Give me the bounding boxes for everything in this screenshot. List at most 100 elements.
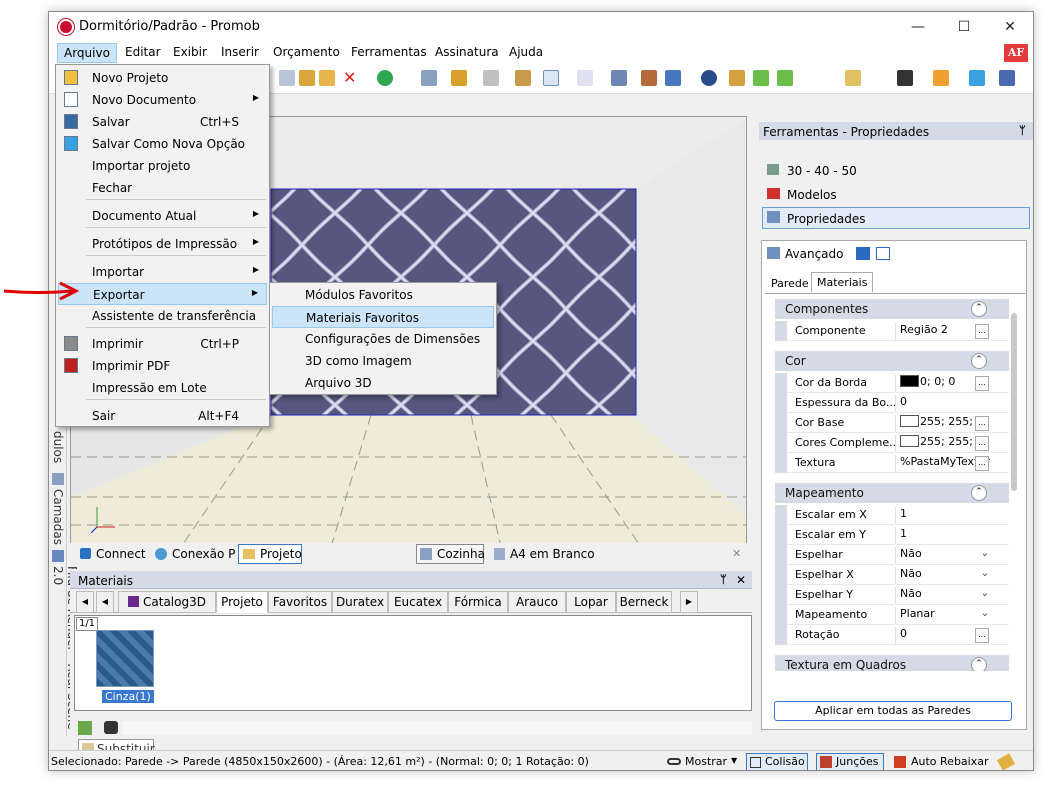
material-tab-catalog3d[interactable]: Catalog3D	[118, 591, 216, 613]
tab-a4[interactable]: A4 em Branco	[510, 547, 595, 561]
render-icon[interactable]	[729, 70, 745, 86]
delete-icon[interactable]: ✕	[343, 68, 356, 87]
menu-item-importar[interactable]: Importar ▶	[58, 261, 267, 283]
submenu-item-4[interactable]: Arquivo 3D	[272, 372, 494, 394]
cabinet-icon[interactable]	[641, 70, 657, 86]
menu-item-assistente-de-transferência[interactable]: Assistente de transferência	[58, 305, 267, 327]
material-tab-duratex[interactable]: Duratex	[332, 591, 388, 613]
nav-item-modelos[interactable]: Modelos	[787, 188, 837, 202]
side-tab-camadas[interactable]: Camadas	[51, 489, 65, 545]
select-icon[interactable]	[543, 70, 559, 86]
maximize-button[interactable]: ☐	[941, 12, 987, 42]
menu-item-imprimir-pdf[interactable]: Imprimir PDF	[58, 355, 267, 377]
back-arrow-icon[interactable]	[753, 70, 769, 86]
apply-all-walls-button[interactable]: Aplicar em todas as Paredes	[774, 701, 1012, 721]
materials-pin-icon[interactable]: ᛘ	[720, 573, 727, 586]
auto-lower-button[interactable]: Auto Rebaixar	[911, 755, 989, 768]
menu-ajuda[interactable]: Ajuda	[509, 45, 543, 59]
submenu-item-2[interactable]: Configurações de Dimensões	[272, 328, 494, 350]
material-tab-lopar[interactable]: Lopar	[566, 591, 616, 613]
upload-icon[interactable]	[78, 721, 92, 735]
menu-item-salvar-como-nova-opção[interactable]: Salvar Como Nova Opção	[58, 133, 267, 155]
ellipsis-button[interactable]: ...	[975, 436, 989, 451]
hscroll[interactable]	[122, 721, 752, 735]
tab-materiais[interactable]: Materiais	[811, 272, 874, 292]
material-tab-berneck[interactable]: Berneck	[616, 591, 672, 613]
menu-ferramentas[interactable]: Ferramentas	[351, 45, 427, 59]
layout-switch-icon[interactable]	[999, 70, 1015, 86]
materials-close-icon[interactable]: ✕	[736, 573, 746, 587]
menu-item-novo-projeto[interactable]: Novo Projeto	[58, 67, 267, 89]
property-value[interactable]: 1	[895, 527, 995, 544]
brush-icon[interactable]	[299, 70, 315, 86]
tab-parede[interactable]: Parede	[771, 277, 809, 290]
menu-item-protótipos-de-impressão[interactable]: Protótipos de Impressão ▶	[58, 233, 267, 255]
close-button[interactable]: ✕	[987, 12, 1033, 42]
property-value[interactable]: Não ⌄	[895, 547, 993, 564]
menu-item-novo-documento[interactable]: Novo Documento ▶	[58, 89, 267, 111]
tab-connect[interactable]: Connect	[96, 547, 146, 561]
show-button[interactable]: Mostrar	[685, 755, 727, 768]
collapse-icon[interactable]: ⌃	[971, 657, 987, 671]
property-value[interactable]: 0	[895, 395, 995, 412]
menu-orcamento[interactable]: Orçamento	[273, 45, 340, 59]
props-pin-icon[interactable]: ᛘ	[1019, 124, 1026, 137]
move-icon[interactable]	[897, 70, 913, 86]
dropdown-chevron-icon[interactable]: ⌄	[981, 568, 989, 579]
show-dropdown-icon[interactable]: ▼	[731, 756, 737, 765]
list-view-icon[interactable]	[856, 247, 870, 260]
material-tab-projeto[interactable]: Projeto	[216, 591, 268, 613]
menu-item-sair[interactable]: Sair Alt+F4	[58, 405, 267, 427]
section-header[interactable]: Textura em Quadros ⌃	[775, 655, 1009, 671]
menu-item-documento-atual[interactable]: Documento Atual ▶	[58, 205, 267, 227]
shape-icon[interactable]	[483, 70, 499, 86]
ellipsis-button[interactable]: ...	[975, 628, 989, 643]
price-icon[interactable]	[377, 70, 393, 86]
material-tab-fórmica[interactable]: Fórmica	[448, 591, 508, 613]
dropdown-chevron-icon[interactable]: ⌄	[981, 548, 989, 559]
property-value[interactable]: 1	[895, 507, 995, 524]
module-icon[interactable]	[451, 70, 467, 86]
menu-item-fechar[interactable]: Fechar	[58, 177, 267, 199]
section-header[interactable]: Mapeamento ⌃	[775, 483, 1009, 503]
side-tab-modulos[interactable]: dulos	[51, 431, 65, 463]
property-value[interactable]: Planar ⌄	[895, 607, 993, 624]
material-tab-favoritos[interactable]: Favoritos	[268, 591, 332, 613]
forward-arrow-icon[interactable]	[777, 70, 793, 86]
property-value[interactable]: Não ⌄	[895, 587, 993, 604]
tools-icon[interactable]	[996, 753, 1016, 770]
tabs-prev-button[interactable]: ◀	[76, 591, 94, 613]
eye-icon[interactable]	[701, 70, 717, 86]
tabs-prev2-button[interactable]: ◀	[96, 591, 114, 613]
ellipsis-button[interactable]: ...	[975, 324, 989, 339]
ellipsis-button[interactable]: ...	[975, 456, 989, 471]
menu-arquivo[interactable]: Arquivo	[57, 43, 117, 63]
material-tab-eucatex[interactable]: Eucatex	[388, 591, 448, 613]
material-tab-arauco[interactable]: Arauco	[508, 591, 566, 613]
dropdown-chevron-icon[interactable]: ⌄	[981, 608, 989, 619]
layers-icon[interactable]	[611, 70, 627, 86]
wand-icon[interactable]	[845, 70, 861, 86]
vscroll[interactable]	[1011, 313, 1017, 491]
property-value[interactable]: Não ⌄	[895, 567, 993, 584]
menu-assinatura[interactable]: Assinatura	[435, 45, 499, 59]
section-header[interactable]: Componentes ⌃	[775, 299, 1009, 319]
menu-item-impressão-em-lote[interactable]: Impressão em Lote	[58, 377, 267, 399]
collapse-icon[interactable]: ⌃	[971, 301, 987, 317]
menu-inserir[interactable]: Inserir	[221, 45, 259, 59]
minimize-button[interactable]: —	[895, 12, 941, 42]
menu-item-imprimir[interactable]: Imprimir Ctrl+P	[58, 333, 267, 355]
dropdown-chevron-icon[interactable]: ⌄	[981, 588, 989, 599]
collapse-icon[interactable]: ⌃	[971, 485, 987, 501]
user-icon[interactable]	[933, 70, 949, 86]
layout-icon[interactable]	[421, 70, 437, 86]
close-tab-button[interactable]: ✕	[732, 547, 741, 560]
collapse-icon[interactable]: ⌃	[971, 353, 987, 369]
tab-conexao[interactable]: Conexão P	[172, 547, 235, 561]
3d-icon[interactable]	[665, 70, 681, 86]
user-badge[interactable]: AF	[1004, 44, 1028, 62]
chat-icon[interactable]	[969, 70, 985, 86]
paint-icon[interactable]	[319, 70, 335, 86]
submenu-item-0[interactable]: Módulos Favoritos	[272, 284, 494, 306]
menu-item-importar-projeto[interactable]: Importar projeto	[58, 155, 267, 177]
